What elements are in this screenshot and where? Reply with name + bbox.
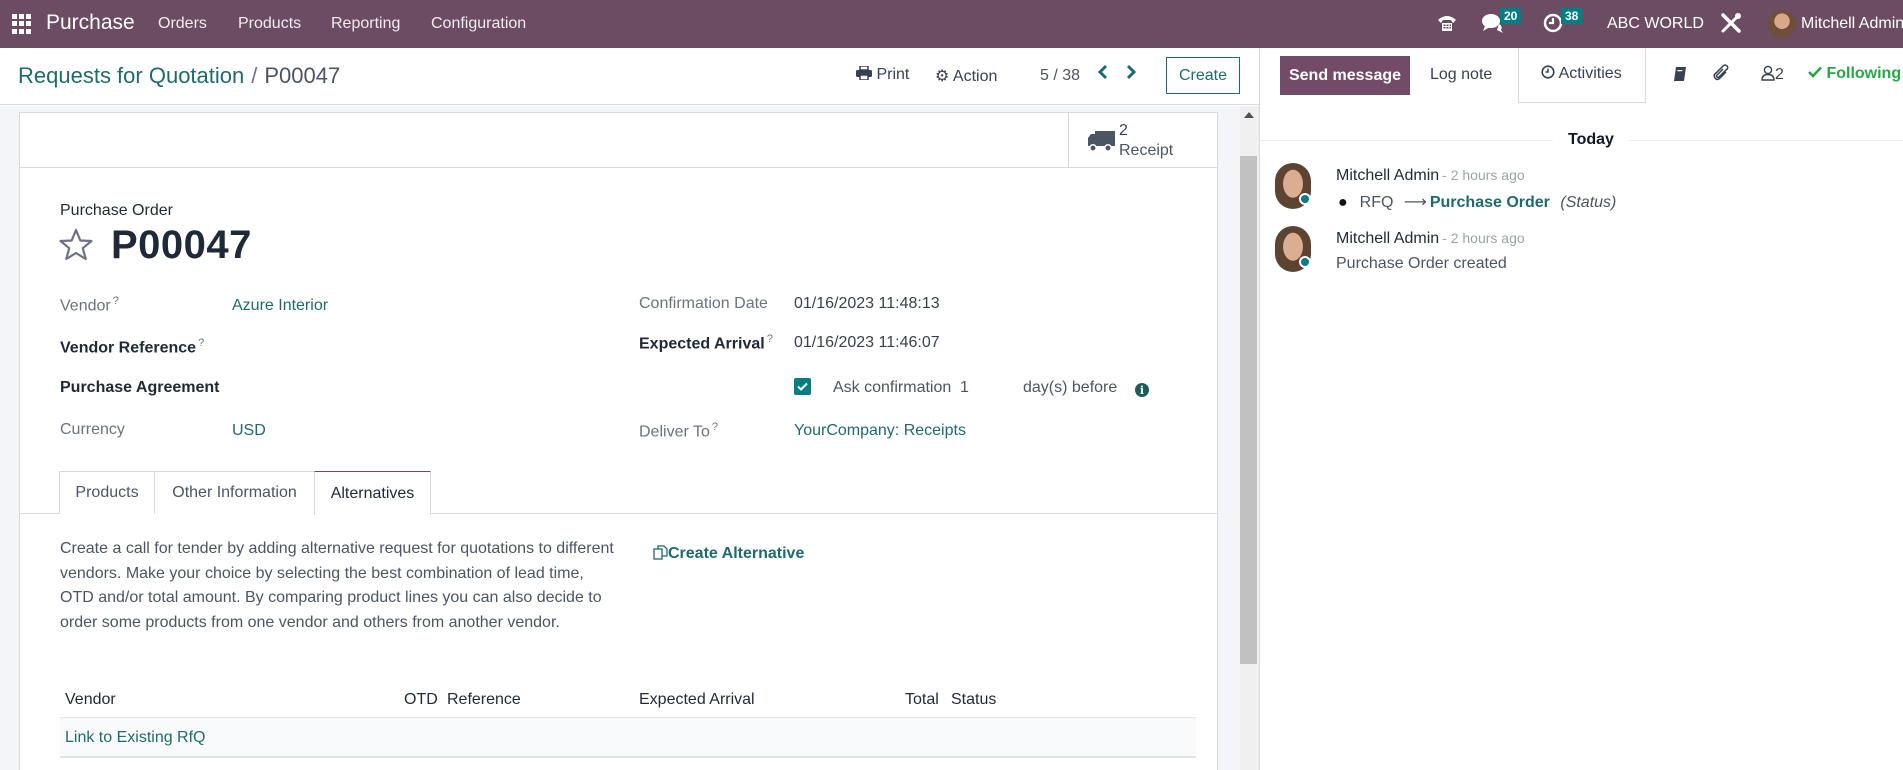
app-menu-icon[interactable]: [12, 14, 32, 34]
receipt-label: Receipt: [1119, 142, 1174, 159]
tracking-value: ● RFQ ⟶ Purchase Order (Status): [1338, 194, 1617, 211]
menu-orders[interactable]: Orders: [158, 15, 207, 33]
currency-label: Currency: [60, 421, 125, 438]
print-button[interactable]: Print: [856, 65, 909, 84]
pager-next-icon[interactable]: [1125, 64, 1137, 85]
online-status-icon: [1299, 193, 1311, 205]
confirmation-date-field[interactable]: 01/16/2023 11:48:13: [794, 295, 940, 313]
column-header-reference[interactable]: Reference: [447, 691, 521, 709]
truck-icon: [1088, 131, 1115, 152]
date-separator: Today: [1553, 131, 1629, 149]
breadcrumb-separator: /: [251, 63, 258, 88]
debug-tools-icon[interactable]: [1720, 12, 1742, 39]
smart-button-box: 2 Receipt: [20, 113, 1217, 168]
knowledge-book-icon[interactable]: [1673, 66, 1687, 87]
breadcrumb-parent-link[interactable]: Requests for Quotation: [18, 63, 244, 88]
attachment-paperclip-icon[interactable]: [1713, 64, 1729, 87]
record-name: P00047: [111, 223, 252, 267]
vendor-reference-label: Vendor Reference?: [60, 337, 205, 357]
purchase-agreement-input[interactable]: [232, 379, 612, 399]
breadcrumb: Requests for Quotation / P00047: [18, 63, 340, 89]
ask-confirmation-days-input[interactable]: 1: [960, 379, 969, 397]
clock-icon: [1541, 65, 1555, 79]
copy-icon: [653, 545, 668, 560]
top-navbar: Purchase Orders Products Reporting Confi…: [0, 0, 1903, 48]
scrollbar-thumb[interactable]: [1240, 156, 1257, 664]
purchase-agreement-label: Purchase Agreement: [60, 379, 220, 396]
record-type-label: Purchase Order: [60, 202, 173, 219]
user-avatar[interactable]: [1768, 10, 1796, 38]
tab-alternatives[interactable]: Alternatives: [314, 471, 431, 515]
confirmation-date-label: Confirmation Date: [639, 295, 768, 312]
activities-clock-icon[interactable]: [1543, 13, 1563, 38]
star-favorite-icon[interactable]: [58, 227, 94, 263]
menu-configuration[interactable]: Configuration: [431, 15, 526, 33]
create-alternative-button[interactable]: Create Alternative: [653, 545, 804, 563]
checkmark-icon: [797, 382, 808, 391]
column-header-otd[interactable]: OTD: [404, 691, 438, 709]
pager-previous-icon[interactable]: [1097, 64, 1109, 85]
activities-button[interactable]: Activities: [1518, 48, 1646, 103]
arrow-right-icon: ⟶: [1403, 194, 1427, 211]
activities-badge: 38: [1561, 8, 1583, 24]
menu-reporting[interactable]: Reporting: [331, 15, 400, 33]
help-tooltip-icon[interactable]: ?: [198, 337, 204, 349]
pager-value[interactable]: 5 / 38: [1040, 67, 1080, 85]
message-time: - 2 hours ago: [1442, 230, 1525, 246]
tab-other-information[interactable]: Other Information: [154, 471, 315, 514]
user-menu[interactable]: Mitchell Admin: [1801, 15, 1903, 33]
expected-arrival-field[interactable]: 01/16/2023 11:46:07: [794, 334, 940, 352]
message-time: - 2 hours ago: [1442, 167, 1525, 183]
ask-confirmation-checkbox[interactable]: [794, 378, 811, 395]
scroll-up-arrow-icon[interactable]: [1244, 112, 1254, 118]
bullet-icon: ●: [1338, 194, 1348, 211]
form-sheet: 2 Receipt Purchase Order P00047 Vendor? …: [19, 112, 1218, 770]
message-body: Purchase Order created: [1336, 255, 1507, 272]
messages-badge: 20: [1500, 8, 1522, 24]
deliver-to-label: Deliver To?: [639, 421, 718, 441]
action-button[interactable]: ⚙ Action: [935, 66, 997, 86]
alternatives-description: Create a call for tender by adding alter…: [60, 540, 614, 631]
followers-button[interactable]: 2: [1761, 65, 1784, 84]
receipt-smart-button[interactable]: 2 Receipt: [1068, 113, 1218, 168]
column-header-total[interactable]: Total: [905, 691, 939, 709]
chatter-panel: Send message Log note Activities 2 Follo…: [1259, 48, 1903, 770]
table-row: Link to Existing RfQ: [60, 718, 1196, 758]
deliver-to-field[interactable]: YourCompany: Receipts: [794, 422, 966, 440]
phone-icon[interactable]: [1436, 12, 1458, 39]
message-author: Mitchell Admin - 2 hours ago: [1336, 230, 1525, 247]
help-tooltip-icon[interactable]: ?: [767, 333, 773, 345]
ask-confirmation-label: Ask confirmation: [833, 379, 952, 396]
menu-products[interactable]: Products: [238, 15, 301, 33]
control-panel: Requests for Quotation / P00047 Print ⚙ Ac…: [0, 48, 1259, 105]
message-author: Mitchell Admin - 2 hours ago: [1336, 167, 1525, 184]
ask-confirmation-suffix: day(s) before: [1023, 379, 1118, 396]
breadcrumb-current: P00047: [264, 63, 341, 88]
create-button[interactable]: Create: [1166, 57, 1240, 94]
app-name[interactable]: Purchase: [46, 11, 135, 35]
help-tooltip-icon[interactable]: ?: [113, 295, 119, 307]
company-switcher[interactable]: ABC WORLD: [1607, 15, 1704, 33]
tab-products[interactable]: Products: [59, 471, 155, 514]
user-icon: [1761, 65, 1775, 81]
expected-arrival-label: Expected Arrival?: [639, 333, 773, 353]
printer-icon: [856, 65, 872, 81]
gear-icon: ⚙: [935, 68, 950, 85]
vendor-label: Vendor?: [60, 295, 119, 315]
column-header-vendor[interactable]: Vendor: [65, 691, 116, 709]
column-header-status[interactable]: Status: [951, 691, 996, 709]
currency-field[interactable]: USD: [232, 422, 266, 440]
online-status-icon: [1299, 256, 1311, 268]
help-tooltip-icon[interactable]: ?: [712, 421, 718, 433]
vendor-field[interactable]: Azure Interior: [232, 297, 328, 315]
info-icon[interactable]: i: [1135, 383, 1149, 397]
send-message-button[interactable]: Send message: [1280, 56, 1410, 95]
receipt-count: 2: [1119, 122, 1128, 139]
log-note-button[interactable]: Log note: [1430, 66, 1492, 84]
link-existing-rfq[interactable]: Link to Existing RfQ: [65, 729, 206, 747]
column-header-expected-arrival[interactable]: Expected Arrival: [639, 691, 755, 709]
check-icon: [1808, 66, 1822, 78]
vendor-reference-input[interactable]: [232, 337, 612, 357]
following-button[interactable]: Following: [1808, 65, 1901, 83]
